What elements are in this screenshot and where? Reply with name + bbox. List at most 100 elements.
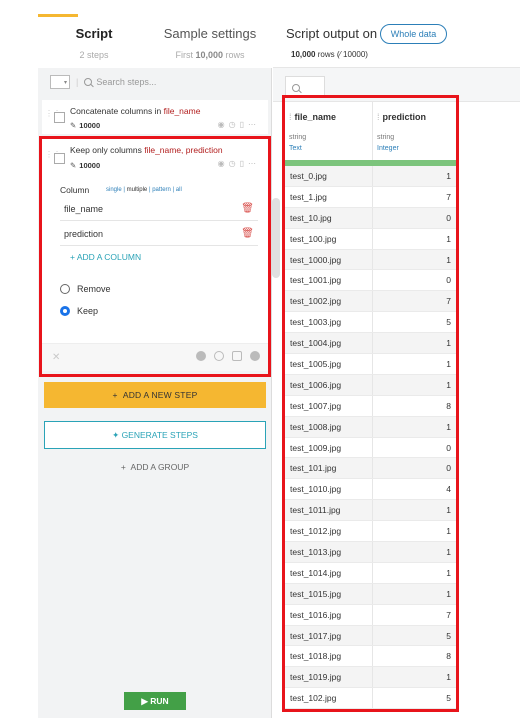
table-row[interactable]: test_1016.jpg 7 [285, 604, 457, 626]
drag-handle-icon[interactable]: ⋮⋮ [45, 110, 61, 122]
history-icon[interactable]: ◷ [229, 120, 240, 129]
delete-icon[interactable]: ▯ [240, 120, 248, 129]
cell-prediction[interactable]: 1 [373, 584, 457, 604]
cell-file-name[interactable]: test_1012.jpg [285, 521, 373, 542]
table-row[interactable]: test_1004.jpg 1 [285, 333, 457, 355]
cell-prediction[interactable]: 0 [373, 438, 457, 458]
add-column-button[interactable]: + ADD A COLUMN [70, 252, 141, 262]
cell-file-name[interactable]: test_1004.jpg [285, 333, 373, 354]
table-row[interactable]: test_1009.jpg 0 [285, 437, 457, 459]
cell-file-name[interactable]: test_1003.jpg [285, 312, 373, 333]
cell-prediction[interactable]: 4 [373, 479, 457, 499]
trash-icon[interactable]: 🗑︎ [241, 197, 254, 221]
cell-file-name[interactable]: test_1000.jpg [285, 249, 373, 270]
generate-steps-button[interactable]: ✦ GENERATE STEPS [44, 421, 266, 449]
cell-file-name[interactable]: test_101.jpg [285, 458, 373, 479]
mode-all[interactable]: all [176, 187, 182, 193]
add-new-step-button[interactable]: + ADD A NEW STEP [44, 382, 266, 408]
cell-prediction[interactable]: 1 [373, 667, 457, 687]
column-row[interactable]: prediction 🗑︎ [60, 222, 258, 246]
cell-prediction[interactable]: 5 [373, 312, 457, 332]
cell-file-name[interactable]: test_1.jpg [285, 186, 373, 207]
cell-file-name[interactable]: test_1007.jpg [285, 395, 373, 416]
cell-prediction[interactable]: 1 [373, 500, 457, 520]
column-row[interactable]: file_name 🗑︎ [60, 197, 258, 221]
tab-sample-settings[interactable]: Sample settings First 10,000 rows [148, 26, 272, 60]
filter-search-input[interactable] [285, 76, 325, 98]
cell-file-name[interactable]: test_1015.jpg [285, 583, 373, 604]
cell-file-name[interactable]: test_100.jpg [285, 228, 373, 249]
cell-prediction[interactable]: 1 [373, 229, 457, 249]
add-group-button[interactable]: + ADD A GROUP [44, 458, 266, 476]
table-row[interactable]: test_1017.jpg 5 [285, 625, 457, 647]
cell-file-name[interactable]: test_1018.jpg [285, 646, 373, 667]
eye-icon[interactable]: ◉ [218, 120, 229, 129]
table-row[interactable]: test_1018.jpg 8 [285, 646, 457, 668]
cell-file-name[interactable]: test_1009.jpg [285, 437, 373, 458]
cell-file-name[interactable]: test_1016.jpg [285, 604, 373, 625]
cell-prediction[interactable]: 1 [373, 250, 457, 270]
cell-file-name[interactable]: test_1002.jpg [285, 291, 373, 312]
tab-script[interactable]: Script 2 steps [46, 26, 142, 60]
cell-prediction[interactable]: 0 [373, 270, 457, 290]
column-header-file-name[interactable]: ⁞ file_name string Text [285, 102, 373, 160]
table-row[interactable]: test_1011.jpg 1 [285, 500, 457, 522]
cell-prediction[interactable]: 1 [373, 354, 457, 374]
table-row[interactable]: test_101.jpg 0 [285, 458, 457, 480]
cell-file-name[interactable]: test_1011.jpg [285, 500, 373, 521]
cell-prediction[interactable]: 7 [373, 605, 457, 625]
table-row[interactable]: test_1008.jpg 1 [285, 416, 457, 438]
cell-file-name[interactable]: test_102.jpg [285, 688, 373, 709]
history-icon[interactable] [214, 351, 224, 361]
mode-pattern[interactable]: pattern [152, 187, 171, 193]
radio-remove[interactable]: Remove [60, 284, 111, 294]
info-icon[interactable] [196, 351, 206, 361]
column-meaning[interactable]: Integer [377, 145, 456, 152]
table-row[interactable]: test_1013.jpg 1 [285, 542, 457, 563]
table-row[interactable]: test_1006.jpg 1 [285, 374, 457, 396]
table-row[interactable]: test_1005.jpg 1 [285, 354, 457, 375]
delete-icon[interactable]: ▯ [240, 159, 248, 168]
table-row[interactable]: test_1.jpg 7 [285, 186, 457, 208]
trash-icon[interactable]: 🗑︎ [241, 222, 254, 246]
cell-file-name[interactable]: test_1006.jpg [285, 374, 373, 395]
cell-file-name[interactable]: test_1008.jpg [285, 416, 373, 437]
cell-file-name[interactable]: test_1005.jpg [285, 354, 373, 374]
mode-multiple[interactable]: multiple [127, 187, 148, 193]
column-meaning[interactable]: Text [289, 145, 372, 152]
table-row[interactable]: test_100.jpg 1 [285, 228, 457, 250]
cell-file-name[interactable]: test_1010.jpg [285, 479, 373, 500]
table-row[interactable]: test_1014.jpg 1 [285, 562, 457, 584]
table-row[interactable]: test_1019.jpg 1 [285, 667, 457, 689]
cell-file-name[interactable]: test_1013.jpg [285, 542, 373, 562]
table-row[interactable]: test_1007.jpg 8 [285, 395, 457, 417]
step-keep-columns[interactable]: ⋮⋮ Keep only columns file_name, predicti… [42, 137, 268, 371]
mode-single[interactable]: single [106, 187, 122, 193]
table-row[interactable]: test_0.jpg 1 [285, 166, 457, 187]
table-row[interactable]: test_102.jpg 5 [285, 688, 457, 710]
cell-file-name[interactable]: test_1014.jpg [285, 562, 373, 583]
table-row[interactable]: test_1001.jpg 0 [285, 270, 457, 292]
radio-circle-icon[interactable] [60, 284, 70, 294]
radio-selected-icon[interactable] [60, 306, 70, 316]
step-checkbox[interactable] [54, 112, 65, 123]
cell-file-name[interactable]: test_10.jpg [285, 207, 373, 228]
cell-prediction[interactable]: 5 [373, 688, 457, 708]
table-row[interactable]: test_1015.jpg 1 [285, 583, 457, 605]
cell-file-name[interactable]: test_1017.jpg [285, 625, 373, 646]
cell-file-name[interactable]: test_1001.jpg [285, 270, 373, 291]
cell-prediction[interactable]: 1 [373, 521, 457, 541]
table-row[interactable]: test_1002.jpg 7 [285, 291, 457, 313]
copy-icon[interactable] [232, 351, 242, 361]
step-checkbox[interactable] [54, 153, 65, 164]
whole-data-button[interactable]: Whole data [380, 24, 447, 44]
column-header-prediction[interactable]: ⁞ prediction string Integer [373, 102, 457, 160]
cell-prediction[interactable]: 1 [373, 375, 457, 395]
eye-icon[interactable]: ◉ [218, 159, 229, 168]
select-all-dropdown[interactable]: ▾ [50, 75, 70, 89]
run-button[interactable]: ▶ RUN [124, 692, 186, 710]
magic-wand-icon[interactable]: ✕ [52, 352, 60, 363]
cell-prediction[interactable]: 5 [373, 626, 457, 646]
cell-prediction[interactable]: 1 [373, 333, 457, 353]
table-row[interactable]: test_1000.jpg 1 [285, 249, 457, 271]
